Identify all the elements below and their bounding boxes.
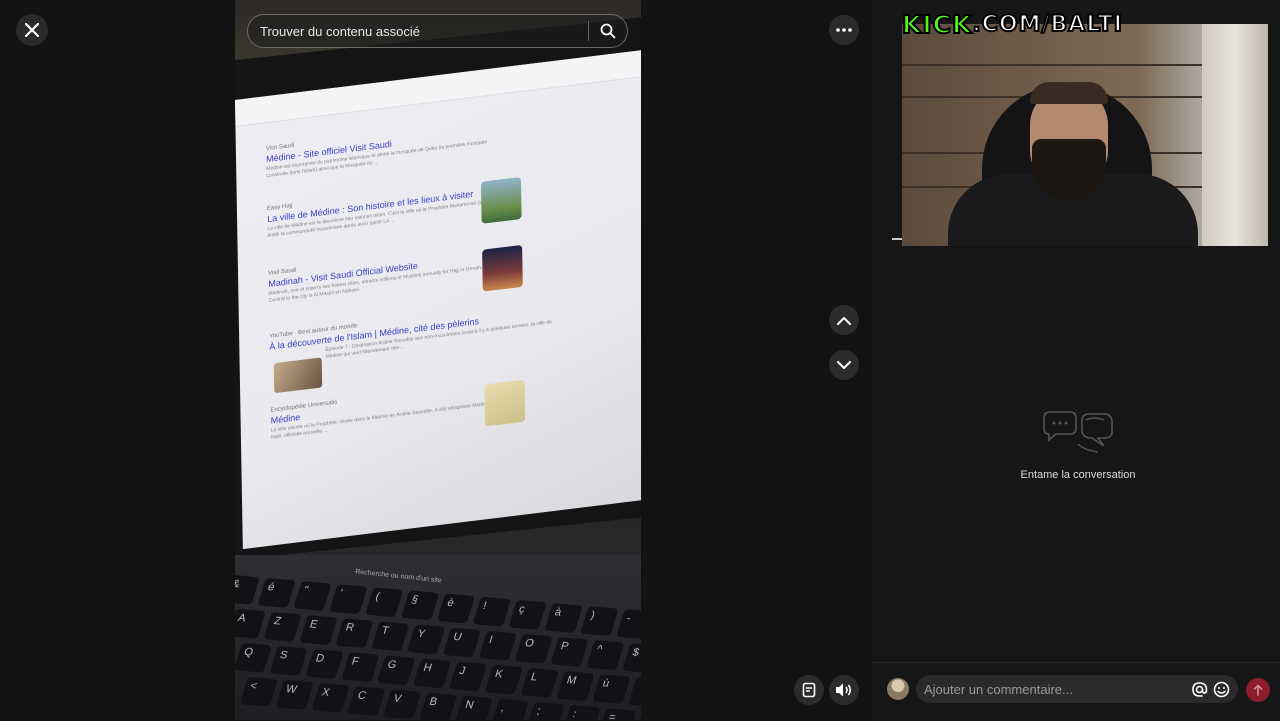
key: ' <box>329 584 368 615</box>
emoji-button[interactable] <box>1210 678 1232 700</box>
result-thumbnail <box>482 244 523 292</box>
search-input[interactable] <box>248 22 588 40</box>
kick-domain: .COM/BALTI <box>971 11 1123 38</box>
key: V <box>383 689 422 720</box>
search-result: Visit Saudi Madinah - Visit Saudi Offici… <box>268 243 499 305</box>
laptop-screen: Visit Saudi Médine - Site officiel Visit… <box>235 50 641 550</box>
curtain <box>1202 24 1268 246</box>
result-thumbnail <box>480 176 522 224</box>
video-player[interactable]: Visit Saudi Médine - Site officiel Visit… <box>235 0 641 720</box>
key: T <box>371 621 410 652</box>
key: , <box>490 698 529 720</box>
key: X <box>311 683 350 714</box>
emoji-icon <box>1213 681 1229 697</box>
close-icon <box>25 23 39 37</box>
key: H <box>412 658 452 689</box>
search-result: YouTube · Best autour du monde À la déco… <box>269 299 556 368</box>
key: ^ <box>586 640 625 671</box>
key: ` <box>628 677 641 708</box>
key: S <box>269 645 308 676</box>
send-comment-button[interactable] <box>1246 678 1270 702</box>
kick-logo: KICK <box>901 9 973 40</box>
key: Y <box>406 624 446 655</box>
person-hair <box>1030 82 1108 104</box>
search-icon <box>600 23 616 39</box>
key: = <box>598 708 637 720</box>
more-options-icon <box>836 28 852 32</box>
next-video-button[interactable] <box>829 350 859 380</box>
key: K <box>484 664 523 695</box>
volume-button[interactable] <box>829 675 859 705</box>
at-mention-icon <box>1191 681 1207 697</box>
touchbar-label: Recherche ou nom d'un site <box>354 568 443 585</box>
key: ; <box>526 701 565 720</box>
key: O <box>514 633 553 664</box>
comments-empty-state: Entame la conversation <box>1000 410 1156 481</box>
key: L <box>520 667 559 698</box>
key: P <box>550 636 589 667</box>
send-arrow-icon <box>1253 684 1263 696</box>
key: ù <box>592 674 631 705</box>
captions-button[interactable] <box>794 675 824 705</box>
key: ç <box>508 599 547 630</box>
key: A <box>235 608 266 639</box>
kick-channel-banner: KICK .COM/BALTI <box>901 8 1123 40</box>
search-result: Visit Saudi Médine - Site officiel Visit… <box>266 118 497 180</box>
key: G <box>377 655 416 686</box>
key: Q <box>235 642 272 673</box>
key: D <box>305 649 344 680</box>
key: C <box>347 686 386 717</box>
key: $ <box>622 643 641 674</box>
key: B <box>418 692 458 720</box>
laptop-keyboard: Recherche ou nom d'un site & é " ' ( § è… <box>235 555 641 720</box>
key: M <box>556 670 595 701</box>
key: J <box>448 661 488 692</box>
comment-input-box <box>916 675 1238 703</box>
key: - <box>616 609 641 640</box>
key: : <box>562 704 601 720</box>
key: & <box>235 574 260 605</box>
related-content-search <box>247 14 628 48</box>
video-thumbnail <box>273 357 323 394</box>
key: " <box>293 581 332 612</box>
volume-icon <box>836 683 852 697</box>
search-button[interactable] <box>589 15 627 47</box>
video-viewer: Visit Saudi Médine - Site officiel Visit… <box>0 0 872 720</box>
key: N <box>454 695 494 720</box>
chevron-up-icon <box>837 316 851 325</box>
chat-bubbles-icon <box>1043 411 1113 453</box>
key: W <box>275 679 314 710</box>
key: § <box>400 590 440 621</box>
comment-input[interactable] <box>922 680 1188 698</box>
mention-button[interactable] <box>1188 678 1210 700</box>
previous-video-button[interactable] <box>829 305 859 335</box>
key: I <box>478 630 517 661</box>
key: ( <box>365 587 404 618</box>
key: è <box>436 593 476 624</box>
panel-tab-indicator <box>892 238 902 240</box>
key: Z <box>263 611 302 642</box>
caption-icon <box>802 682 816 698</box>
key: à <box>544 602 583 633</box>
map-thumbnail <box>484 379 526 427</box>
key: R <box>335 618 374 649</box>
streamer-webcam <box>902 24 1268 246</box>
key: ) <box>580 606 619 637</box>
search-result: Easy Hajj La ville de Médine : Son histo… <box>267 178 498 240</box>
key: ! <box>472 596 511 627</box>
more-options-button[interactable] <box>829 15 859 45</box>
chevron-down-icon <box>837 360 851 369</box>
close-button[interactable] <box>16 14 48 46</box>
key: é <box>257 577 296 608</box>
wall-panel-line <box>902 64 1202 66</box>
key: F <box>341 652 380 683</box>
key: E <box>299 615 338 646</box>
user-avatar[interactable] <box>887 678 909 700</box>
empty-state-text: Entame la conversation <box>1020 469 1136 481</box>
key: < <box>239 676 278 707</box>
key: U <box>442 627 482 658</box>
